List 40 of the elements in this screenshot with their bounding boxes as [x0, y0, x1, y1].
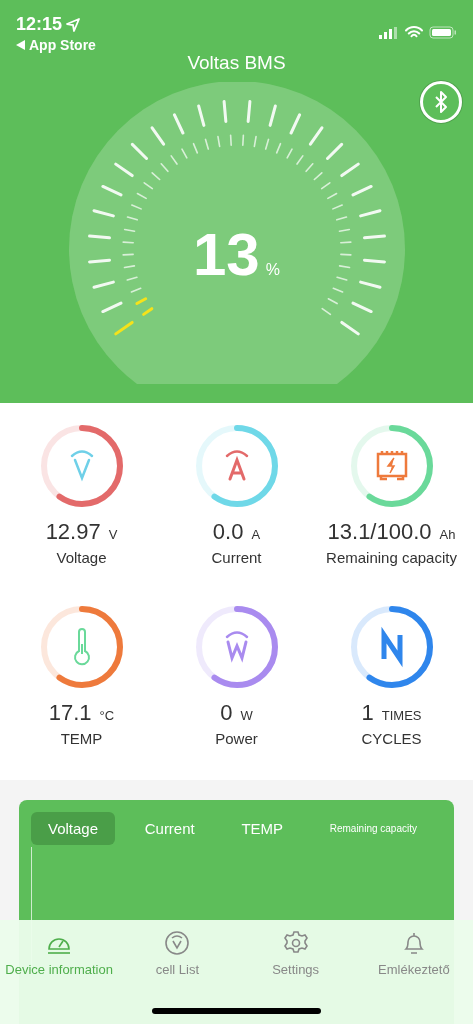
metric-value: 0	[220, 699, 233, 726]
tab-bar-item[interactable]: cell List	[118, 930, 237, 977]
metric-value: 13.1/100.0	[327, 519, 432, 545]
metric-label: Current	[211, 549, 262, 566]
metric-unit: A	[251, 527, 261, 542]
metric-unit: TIMES	[381, 707, 422, 723]
wifi-icon	[405, 26, 423, 39]
back-link[interactable]: App Store	[16, 37, 96, 53]
bluetooth-icon	[432, 90, 450, 114]
chart-tab[interactable]: Current	[127, 812, 212, 845]
charge-percent: 13	[193, 220, 260, 289]
bluetooth-button[interactable]	[420, 81, 462, 123]
metric-value: 1	[361, 699, 374, 726]
metric-label: TEMP	[60, 729, 103, 747]
status-time: 12:15	[16, 14, 63, 35]
percent-unit: %	[265, 261, 280, 279]
tab-bar-item[interactable]: Device information	[0, 930, 119, 977]
signal-icon	[379, 26, 399, 39]
metric-label: Voltage	[56, 549, 107, 566]
metric-value: 0.0	[212, 519, 244, 545]
metric-label: CYCLES	[361, 729, 422, 747]
volt-circle-icon	[164, 930, 191, 956]
metric-unit: °C	[99, 707, 115, 723]
location-arrow-icon	[66, 17, 81, 32]
metric-value: 12.97	[45, 519, 101, 545]
metric-unit: V	[108, 527, 118, 542]
settings-icon	[282, 930, 309, 956]
chart-tab[interactable]: Remaining capacity	[312, 815, 434, 842]
metric-label: Power	[215, 729, 258, 747]
battery-icon	[429, 26, 457, 39]
chart-tab[interactable]: Voltage	[31, 812, 116, 845]
app-title: Voltas BMS	[187, 52, 286, 74]
tab-bar-item[interactable]: Emlékeztető	[354, 930, 473, 977]
chart-tab[interactable]: TEMP	[224, 812, 301, 845]
back-triangle-icon	[16, 40, 25, 50]
metric-unit: W	[240, 707, 253, 723]
metric-value: 17.1	[48, 699, 92, 726]
metric-label: Remaining capacity	[326, 549, 457, 566]
metric-unit: Ah	[439, 527, 456, 542]
tab-bar-item[interactable]: Settings	[236, 930, 355, 977]
